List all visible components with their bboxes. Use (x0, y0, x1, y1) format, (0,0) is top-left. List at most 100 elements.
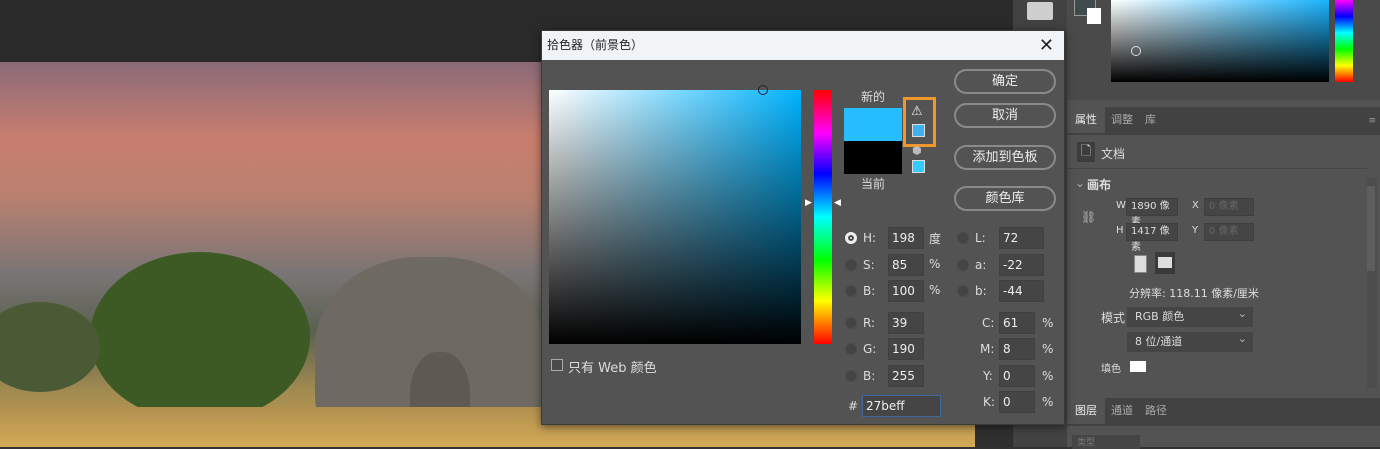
in-gamut-color-swatch[interactable] (912, 124, 925, 137)
lab-a-input[interactable]: -22 (999, 254, 1044, 276)
divider (1067, 168, 1367, 169)
color-libraries-button[interactable]: 颜色库 (954, 186, 1056, 211)
green-input[interactable]: 190 (888, 338, 924, 360)
layers-tabs: 图层 通道 路径 (1067, 398, 1380, 426)
web-safe-cube-icon[interactable]: ⬢ (912, 144, 922, 157)
height-input[interactable]: 1417 像素 (1126, 223, 1178, 253)
red-radio[interactable] (845, 317, 857, 329)
yellow-label: Y: (983, 369, 993, 383)
tab-libraries[interactable]: 库 (1137, 107, 1164, 133)
fill-color-swatch[interactable] (1130, 361, 1146, 372)
color-picker-dialog: 拾色器（前景色） ✕ ▶ ◀ 只有 Web 颜色 新的 当前 ⚠ ⬢ 确定 取消… (541, 30, 1065, 425)
lab-l-radio[interactable] (957, 232, 969, 244)
new-color-label: 新的 (861, 90, 886, 104)
document-icon: 🗋 (1077, 142, 1095, 162)
lab-l-input[interactable]: 72 (999, 227, 1044, 249)
red-label: R: (863, 316, 876, 330)
web-colors-label: 只有 Web 颜色 (568, 361, 657, 376)
current-color-swatch[interactable] (844, 141, 902, 174)
width-input[interactable]: 1890 像素 (1126, 198, 1178, 228)
magenta-input[interactable]: 8 (999, 338, 1035, 360)
new-color-swatch (844, 108, 902, 141)
height-label: H (1116, 225, 1124, 236)
x-input[interactable]: 0 像素 (1204, 198, 1254, 216)
cancel-button[interactable]: 取消 (954, 103, 1056, 128)
web-colors-checkbox[interactable] (551, 359, 563, 371)
link-icon[interactable]: ⛓ (1081, 210, 1096, 224)
hex-input[interactable]: 27beff (862, 395, 941, 417)
hue-label: H: (863, 231, 877, 245)
green-radio[interactable] (845, 343, 857, 355)
cyan-label: C: (982, 316, 995, 330)
portrait-orientation-icon[interactable] (1134, 255, 1147, 273)
dialog-title: 拾色器（前景色） (542, 31, 1064, 60)
yellow-input[interactable]: 0 (999, 365, 1035, 387)
brightness-label: B: (863, 284, 876, 298)
color-picker-circle[interactable] (1131, 46, 1141, 56)
saturation-radio[interactable] (845, 259, 857, 271)
hue-input[interactable]: 198 (888, 227, 924, 249)
brightness-input[interactable]: 100 (888, 280, 924, 302)
out-of-gamut-warning-icon[interactable]: ⚠ (911, 104, 923, 119)
document-label: 文档 (1101, 147, 1126, 161)
x-label: X (1192, 200, 1199, 211)
bush (0, 302, 100, 392)
lab-b-radio[interactable] (957, 285, 969, 297)
black-unit: % (1042, 395, 1054, 409)
blue-input[interactable]: 255 (888, 365, 924, 387)
comment-icon[interactable] (1027, 2, 1053, 20)
blue-label: B: (863, 369, 876, 383)
magenta-label: M: (980, 342, 995, 356)
tab-adjustments[interactable]: 调整 (1103, 107, 1141, 133)
lab-l-label: L: (975, 231, 986, 245)
scrollbar[interactable] (1367, 178, 1377, 388)
red-input[interactable]: 39 (888, 312, 924, 334)
lab-a-radio[interactable] (957, 259, 969, 271)
current-color-label: 当前 (861, 177, 886, 191)
cyan-input[interactable]: 61 (999, 312, 1035, 334)
tab-paths[interactable]: 路径 (1137, 398, 1175, 424)
hue-radio[interactable] (845, 232, 857, 244)
add-to-swatches-button[interactable]: 添加到色板 (954, 145, 1056, 170)
color-picker-circle[interactable] (758, 85, 768, 95)
tab-properties[interactable]: 属性 (1067, 107, 1105, 133)
background-swatch[interactable] (1087, 8, 1101, 24)
brightness-radio[interactable] (845, 285, 857, 297)
saturation-label: S: (863, 258, 875, 272)
bit-depth-select[interactable]: 8 位/通道 (1127, 329, 1253, 352)
blue-radio[interactable] (845, 370, 857, 382)
panel-menu-icon[interactable]: ≡ (1368, 116, 1376, 126)
brightness-unit: % (929, 283, 941, 297)
hue-slider-left-arrow[interactable]: ▶ (805, 198, 812, 208)
bush (90, 252, 310, 422)
collapse-chevron-icon[interactable]: ⌄ (1075, 176, 1085, 190)
tab-layers[interactable]: 图层 (1067, 398, 1105, 424)
canvas-section-title: 画布 (1087, 178, 1112, 192)
color-field[interactable] (1111, 0, 1329, 82)
black-input[interactable]: 0 (999, 391, 1035, 413)
cyan-unit: % (1042, 316, 1054, 330)
saturation-input[interactable]: 85 (888, 254, 924, 276)
green-label: G: (863, 342, 877, 356)
lab-b-input[interactable]: -44 (999, 280, 1044, 302)
lab-a-label: a: (975, 258, 987, 272)
hue-unit: 度 (929, 232, 942, 246)
width-label: W (1116, 200, 1126, 211)
hue-slider-right-arrow[interactable]: ◀ (834, 198, 841, 208)
hex-label: # (848, 399, 859, 413)
color-panel (1067, 0, 1380, 100)
hue-strip[interactable] (1335, 0, 1353, 82)
y-input[interactable]: 0 像素 (1204, 223, 1254, 241)
web-safe-color-swatch[interactable] (912, 160, 925, 173)
black-label: K: (983, 395, 995, 409)
hue-slider[interactable] (814, 90, 832, 344)
fill-label: 填色 (1101, 364, 1121, 375)
color-mode-select[interactable]: RGB 颜色 (1127, 304, 1253, 327)
close-icon[interactable]: ✕ (1039, 31, 1054, 60)
magenta-unit: % (1042, 342, 1054, 356)
ok-button[interactable]: 确定 (954, 69, 1056, 94)
saturation-brightness-field[interactable] (549, 85, 801, 344)
tab-channels[interactable]: 通道 (1103, 398, 1141, 424)
yellow-unit: % (1042, 369, 1054, 383)
landscape-orientation-icon[interactable] (1155, 252, 1175, 274)
